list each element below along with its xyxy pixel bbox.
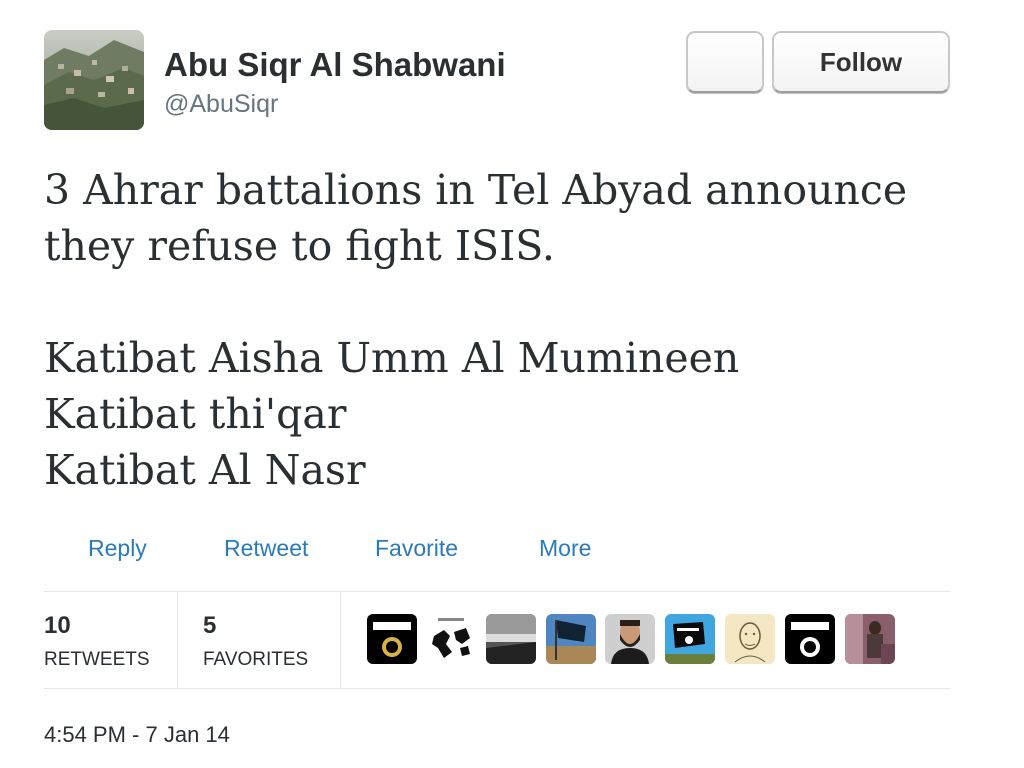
favorite-button[interactable]: Favorite xyxy=(375,535,458,562)
tweet-line-gap xyxy=(44,274,974,330)
engager-avatar[interactable] xyxy=(605,614,655,664)
tweet-line: Katibat Al Nasr xyxy=(44,446,366,494)
engager-avatar[interactable] xyxy=(665,614,715,664)
black-flag-icon xyxy=(367,614,417,664)
favorites-count: 5 xyxy=(203,612,217,639)
world-map-icon xyxy=(426,614,476,664)
flag-blue-sky-icon xyxy=(665,614,715,664)
engager-avatar[interactable] xyxy=(486,614,536,664)
flag-sky-icon xyxy=(546,614,596,664)
engager-avatar[interactable] xyxy=(426,614,476,664)
engager-avatar[interactable] xyxy=(785,614,835,664)
tweet-line: they refuse to fight ISIS. xyxy=(44,222,555,270)
retweets-label: RETWEETS xyxy=(44,649,150,670)
tweet-text: 3 Ahrar battalions in Tel Abyad announce… xyxy=(44,162,974,498)
engager-avatar[interactable] xyxy=(367,614,417,664)
retweets-count: 10 xyxy=(44,612,71,639)
black-flag-icon xyxy=(785,614,835,664)
author-display-name[interactable]: Abu Siqr Al Shabwani xyxy=(164,46,506,84)
mountain-village-image xyxy=(44,30,144,130)
follow-button[interactable]: Follow xyxy=(772,31,950,93)
more-button[interactable]: More xyxy=(539,535,591,562)
person-room-icon xyxy=(845,614,895,664)
tweet-actions: Reply Retweet Favorite More xyxy=(0,535,1024,569)
user-actions-button[interactable] xyxy=(686,31,764,93)
author-handle[interactable]: @AbuSiqr xyxy=(164,90,278,119)
tweet-timestamp[interactable]: 4:54 PM - 7 Jan 14 xyxy=(44,722,230,748)
engager-avatar[interactable] xyxy=(725,614,775,664)
stats-bottom-divider xyxy=(44,688,950,689)
sketch-face-icon xyxy=(725,614,775,664)
engager-avatar[interactable] xyxy=(845,614,895,664)
bearded-man-icon xyxy=(605,614,655,664)
tweet-line: 3 Ahrar battalions in Tel Abyad announce xyxy=(44,166,908,214)
author-avatar[interactable] xyxy=(44,30,144,130)
tweet-line: Katibat Aisha Umm Al Mumineen xyxy=(44,334,740,382)
stats-separator xyxy=(340,592,341,688)
retweet-button[interactable]: Retweet xyxy=(224,535,308,562)
favorites-label: FAVORITES xyxy=(203,649,309,670)
sea-landscape-icon xyxy=(486,614,536,664)
stats-separator xyxy=(177,592,178,688)
tweet-line: Katibat thi'qar xyxy=(44,390,347,438)
reply-button[interactable]: Reply xyxy=(88,535,147,562)
engager-avatar[interactable] xyxy=(546,614,596,664)
